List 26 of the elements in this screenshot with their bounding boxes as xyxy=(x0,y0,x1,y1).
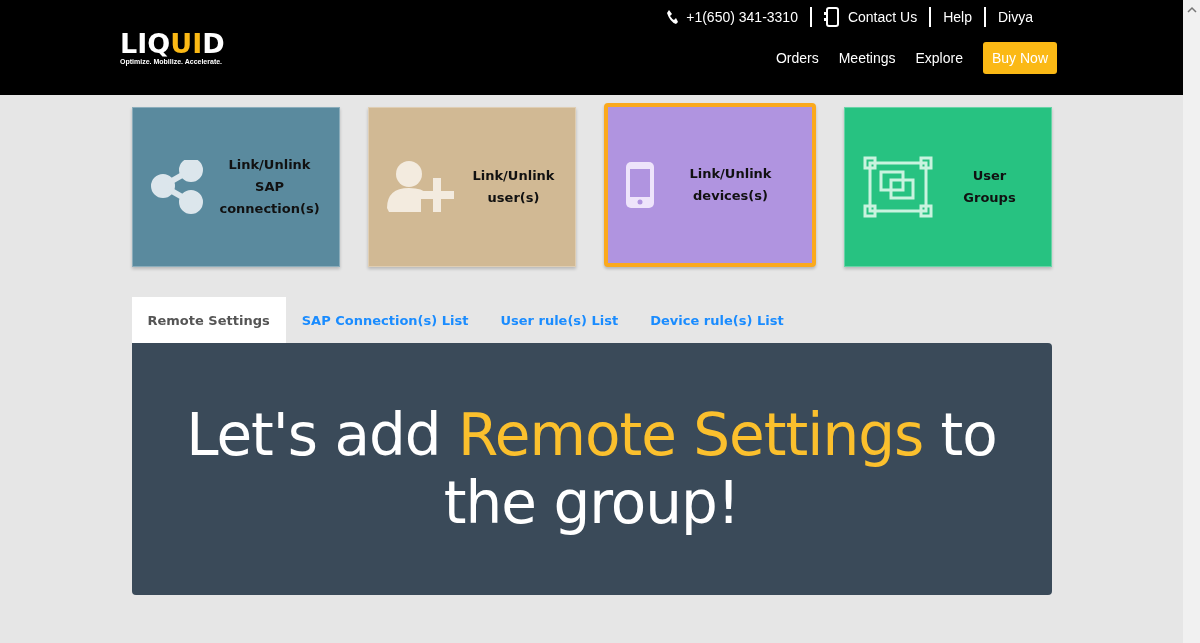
top-link[interactable]: Divya xyxy=(998,7,1033,27)
group-selection-icon xyxy=(862,156,933,218)
phone-icon xyxy=(667,10,679,24)
share-icon xyxy=(150,160,205,214)
hero-heading: Let's add Remote Settings to the group! xyxy=(185,401,998,537)
scrollbar[interactable] xyxy=(1183,0,1200,643)
nav-link[interactable]: Orders xyxy=(775,50,819,66)
tab[interactable]: Remote Settings xyxy=(131,297,286,343)
smartphone-icon xyxy=(625,162,654,208)
logo[interactable]: LIQUID xyxy=(120,30,225,58)
user-add-icon xyxy=(386,160,457,214)
action-tile[interactable]: User Groups xyxy=(843,107,1052,267)
top-link[interactable]: Contact Us xyxy=(847,7,918,27)
action-tile[interactable]: Link/Unlink SAP connection(s) xyxy=(131,107,340,267)
action-tile[interactable]: Link/Unlink devices(s) xyxy=(603,103,816,267)
top-link[interactable]: +1(650) 341-3310 xyxy=(686,7,798,27)
tile-label: Link/Unlink devices(s) xyxy=(688,165,773,205)
nav-link[interactable]: Meetings xyxy=(838,50,896,66)
mobile-phone-icon xyxy=(823,7,840,27)
tile-label: Link/Unlink SAP connection(s) xyxy=(218,156,321,218)
action-tile[interactable]: Link/Unlink user(s) xyxy=(367,107,576,267)
top-link[interactable]: Help xyxy=(943,7,972,27)
tile-label: Link/Unlink user(s) xyxy=(471,167,556,207)
scroll-up-icon[interactable] xyxy=(1186,6,1197,14)
nav-link[interactable]: Explore xyxy=(915,50,963,66)
tile-label: User Groups xyxy=(962,167,1017,207)
